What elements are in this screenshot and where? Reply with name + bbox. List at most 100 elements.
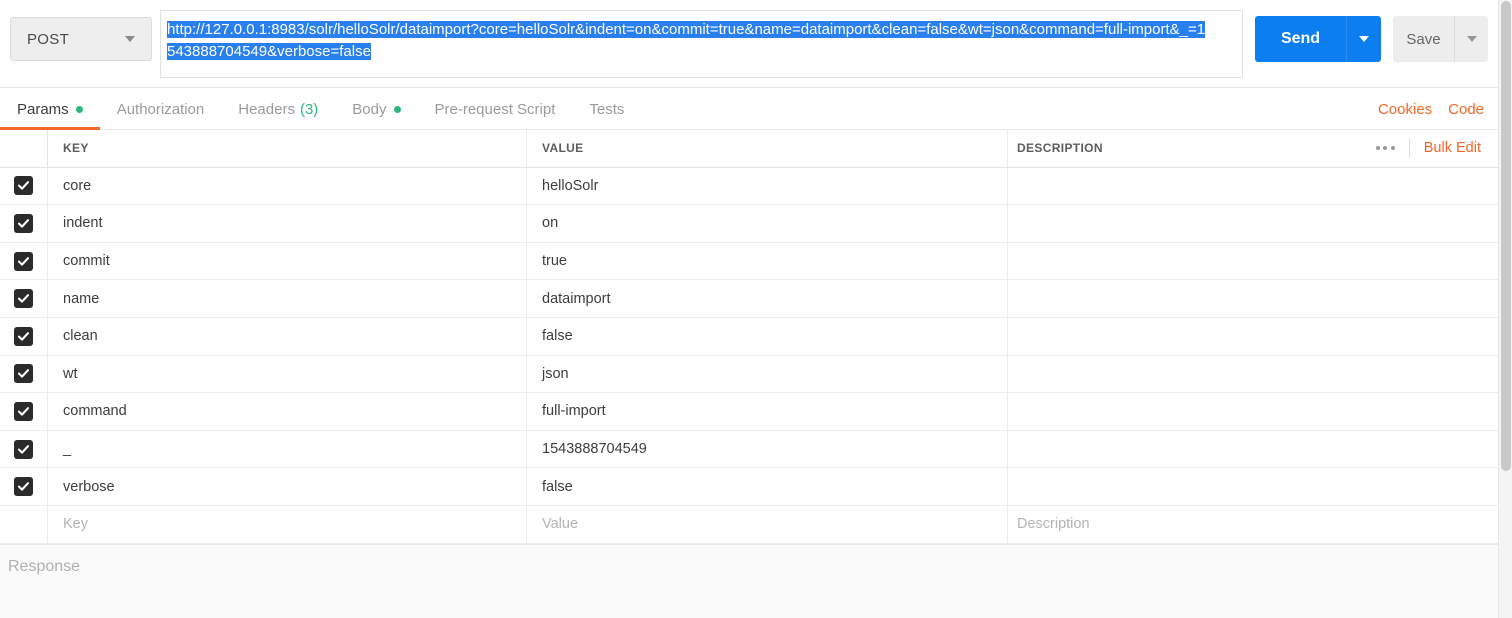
- chevron-down-icon: [1466, 36, 1477, 42]
- header-value-cell: VALUE: [527, 130, 1008, 167]
- row-enabled-checkbox[interactable]: [14, 401, 33, 421]
- row-key-cell[interactable]: clean: [48, 317, 527, 355]
- row-enabled-checkbox[interactable]: [14, 364, 33, 384]
- row-value-value: helloSolr: [542, 177, 599, 194]
- table-row[interactable]: verbose false: [0, 468, 1498, 506]
- tab-bar-actions: Cookies Code: [1378, 88, 1484, 130]
- new-row-key-placeholder: Key: [63, 516, 88, 533]
- row-key-value: commit: [63, 253, 110, 270]
- response-pane: Response: [0, 544, 1498, 618]
- row-enabled-checkbox[interactable]: [14, 176, 33, 196]
- tab-body[interactable]: Body: [335, 88, 417, 130]
- table-row[interactable]: clean false: [0, 317, 1498, 356]
- row-value-value: json: [542, 365, 569, 382]
- request-url-input[interactable]: http://127.0.0.1:8983/solr/helloSolr/dat…: [160, 10, 1243, 78]
- table-row[interactable]: name dataimport: [0, 280, 1498, 318]
- row-value-cell[interactable]: false: [527, 468, 1008, 505]
- vertical-scrollbar[interactable]: [1498, 0, 1512, 618]
- row-value-cell[interactable]: dataimport: [527, 280, 1008, 317]
- table-row[interactable]: _ 1543888704549: [0, 430, 1498, 469]
- row-value-cell[interactable]: json: [527, 355, 1008, 393]
- request-url-value: http://127.0.0.1:8983/solr/helloSolr/dat…: [167, 21, 1206, 60]
- row-checkbox-cell: [0, 205, 48, 242]
- request-url-text[interactable]: http://127.0.0.1:8983/solr/helloSolr/dat…: [167, 19, 1210, 63]
- row-description-cell[interactable]: [1008, 280, 1498, 317]
- row-value-cell[interactable]: full-import: [527, 393, 1008, 430]
- row-value-value: true: [542, 253, 567, 270]
- row-key-value: clean: [63, 328, 98, 345]
- tab-label: Headers: [238, 100, 295, 118]
- row-value-cell[interactable]: on: [527, 205, 1008, 242]
- tab-authorization[interactable]: Authorization: [100, 88, 222, 130]
- code-link[interactable]: Code: [1448, 101, 1484, 118]
- http-method-select[interactable]: POST: [10, 17, 152, 61]
- table-row[interactable]: wt json: [0, 355, 1498, 394]
- row-enabled-checkbox[interactable]: [14, 477, 33, 497]
- row-value-cell[interactable]: helloSolr: [527, 167, 1008, 205]
- request-url-bar: POST http://127.0.0.1:8983/solr/helloSol…: [0, 0, 1498, 88]
- row-key-cell[interactable]: verbose: [48, 468, 527, 505]
- row-key-cell[interactable]: core: [48, 167, 527, 205]
- row-enabled-checkbox[interactable]: [14, 439, 33, 459]
- row-description-cell[interactable]: [1008, 168, 1498, 205]
- save-button[interactable]: Save: [1393, 16, 1454, 62]
- send-button[interactable]: Send: [1255, 16, 1346, 62]
- request-tabs: Params Authorization Headers (3) Body Pre-req…: [0, 88, 641, 130]
- table-row[interactable]: command full-import: [0, 393, 1498, 431]
- http-method-value: POST: [27, 30, 70, 48]
- vertical-scrollbar-thumb[interactable]: [1501, 1, 1511, 471]
- row-checkbox-cell: [0, 317, 48, 355]
- row-enabled-checkbox[interactable]: [14, 213, 33, 233]
- ellipsis-icon[interactable]: [1362, 139, 1410, 158]
- row-value-value: false: [542, 478, 573, 495]
- cookies-link[interactable]: Cookies: [1378, 101, 1432, 118]
- table-row[interactable]: core helloSolr: [0, 167, 1498, 206]
- response-title: Response: [8, 558, 81, 575]
- table-row[interactable]: commit true: [0, 242, 1498, 281]
- header-key-cell: KEY: [48, 130, 527, 167]
- row-key-cell[interactable]: name: [48, 280, 527, 317]
- new-row-value-cell[interactable]: Value: [527, 505, 1008, 543]
- row-enabled-checkbox[interactable]: [14, 326, 33, 346]
- table-row[interactable]: indent on: [0, 205, 1498, 243]
- row-key-value: indent: [63, 215, 103, 232]
- row-value-value: false: [542, 328, 573, 345]
- save-options-button[interactable]: [1454, 16, 1488, 62]
- row-enabled-checkbox[interactable]: [14, 289, 33, 309]
- row-description-cell[interactable]: [1008, 356, 1498, 393]
- row-enabled-checkbox[interactable]: [14, 251, 33, 271]
- row-key-cell[interactable]: command: [48, 393, 527, 430]
- column-header-description: DESCRIPTION: [1017, 141, 1103, 156]
- row-checkbox-cell: [0, 468, 48, 505]
- row-description-cell[interactable]: [1008, 243, 1498, 280]
- row-description-cell[interactable]: [1008, 393, 1498, 430]
- tab-params[interactable]: Params: [0, 88, 100, 130]
- tab-status-dot-icon: [393, 105, 401, 113]
- send-button-group: Send: [1255, 16, 1381, 62]
- header-description-cell: DESCRIPTION Bulk Edit: [1008, 130, 1498, 167]
- row-description-cell[interactable]: [1008, 205, 1498, 242]
- tab-label: Pre-request Script: [434, 100, 556, 118]
- row-value-cell[interactable]: true: [527, 242, 1008, 280]
- row-key-cell[interactable]: _: [48, 430, 527, 468]
- new-row-description-placeholder: Description: [1017, 516, 1090, 533]
- row-description-cell[interactable]: [1008, 431, 1498, 468]
- row-checkbox-cell: [0, 430, 48, 468]
- new-row-key-cell[interactable]: Key: [48, 505, 527, 543]
- bulk-edit-button[interactable]: Bulk Edit: [1410, 140, 1481, 156]
- tab-tests[interactable]: Tests: [572, 88, 641, 130]
- tab-headers[interactable]: Headers (3): [221, 88, 335, 130]
- request-tab-bar: Params Authorization Headers (3) Body Pre-req…: [0, 88, 1498, 130]
- row-description-cell[interactable]: [1008, 468, 1498, 505]
- tab-pre-request-script[interactable]: Pre-request Script: [418, 88, 573, 130]
- row-key-cell[interactable]: indent: [48, 205, 527, 242]
- row-key-cell[interactable]: commit: [48, 242, 527, 280]
- params-table-new-row[interactable]: Key Value Description: [0, 505, 1498, 544]
- row-value-cell[interactable]: 1543888704549: [527, 430, 1008, 468]
- send-options-button[interactable]: [1346, 16, 1381, 62]
- row-description-cell[interactable]: [1008, 318, 1498, 355]
- row-key-cell[interactable]: wt: [48, 355, 527, 393]
- row-checkbox-cell: [0, 355, 48, 393]
- row-value-cell[interactable]: false: [527, 317, 1008, 355]
- new-row-description-cell[interactable]: Description: [1008, 506, 1498, 543]
